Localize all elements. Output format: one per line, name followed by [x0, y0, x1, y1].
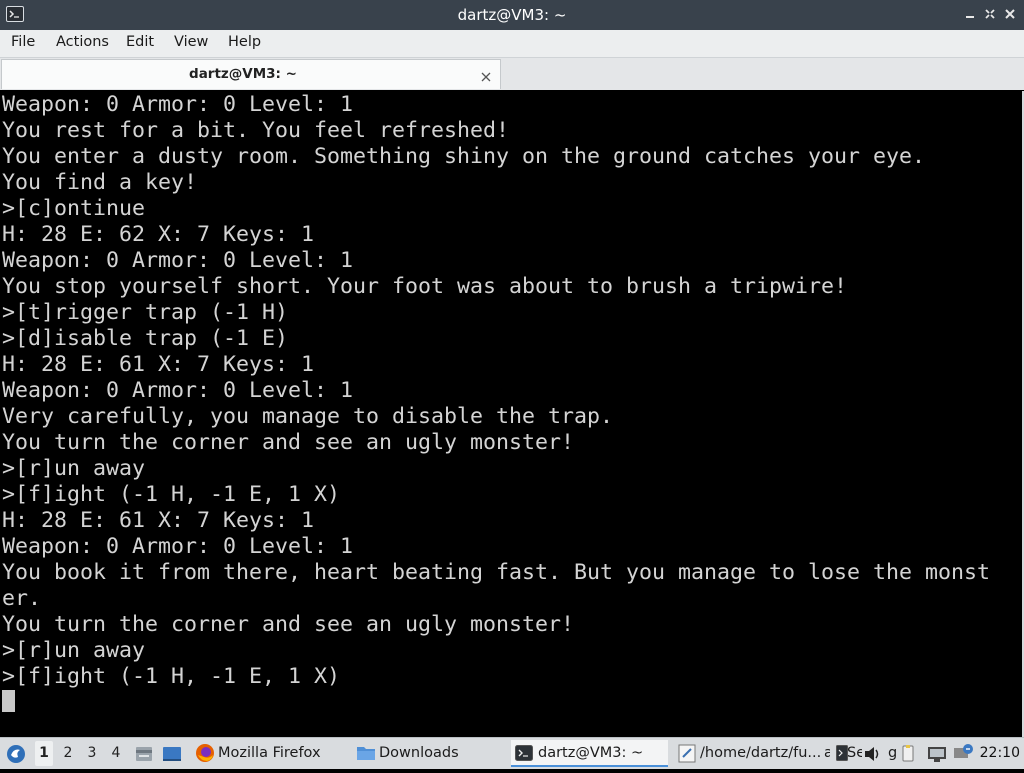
terminal-cursor	[2, 690, 15, 712]
terminal-line: >[d]isable trap (-1 E)	[2, 326, 289, 351]
start-menu-icon[interactable]	[4, 738, 28, 769]
task-label: Mozilla Firefox	[218, 745, 321, 761]
task-partial-g[interactable]: g	[884, 740, 900, 767]
task-downloads[interactable]: Downloads	[352, 740, 502, 767]
terminal-line: >[r]un away	[2, 456, 146, 481]
workspace-3[interactable]: 3	[83, 745, 101, 761]
terminal-icon	[515, 745, 533, 765]
menu-actions[interactable]: Actions	[55, 34, 110, 50]
terminal-icon[interactable]	[6, 6, 24, 22]
terminal-line: H: 28 E: 61 X: 7 Keys: 1	[2, 352, 315, 377]
terminal-line: You stop yourself short. Your foot was a…	[2, 274, 848, 299]
window-title: dartz@VM3: ~	[457, 6, 567, 24]
show-desktop-icon[interactable]	[161, 738, 183, 769]
tab-close-icon[interactable]	[480, 68, 492, 82]
clipboard-icon[interactable]	[900, 738, 916, 769]
menu-help[interactable]: Help	[227, 34, 262, 50]
volume-icon[interactable]	[862, 738, 882, 769]
tab-bar: dartz@VM3: ~	[0, 58, 1024, 90]
terminal-line: Very carefully, you manage to disable th…	[2, 404, 614, 429]
taskbar: 1 2 3 4 Mozilla Firefox Downloads dartz@…	[0, 737, 1024, 769]
terminal-line: You enter a dusty room. Something shiny …	[2, 144, 926, 169]
terminal-line: You book it from there, heart beating fa…	[2, 560, 991, 585]
workspace-1[interactable]: 1	[35, 741, 53, 766]
terminal-line: Weapon: 0 Armor: 0 Level: 1	[2, 248, 354, 273]
task-firefox[interactable]: Mozilla Firefox	[193, 740, 343, 767]
tab-label: dartz@VM3: ~	[189, 66, 297, 82]
terminal-line: >[f]ight (-1 H, -1 E, 1 X)	[2, 664, 341, 689]
text-editor-icon	[678, 744, 696, 767]
task-label: Se	[847, 745, 862, 761]
task-label: dartz@VM3: ~	[538, 745, 644, 761]
update-notifier-icon[interactable]	[952, 738, 974, 769]
task-label-overflow: a	[824, 745, 830, 761]
workspace-2[interactable]: 2	[59, 745, 77, 761]
menu-edit[interactable]: Edit	[125, 34, 155, 50]
menu-view[interactable]: View	[173, 34, 209, 50]
terminal-line: You rest for a bit. You feel refreshed!	[2, 118, 510, 143]
menu-file[interactable]: File	[10, 34, 36, 50]
workspace-4[interactable]: 4	[107, 745, 125, 761]
firefox-icon	[195, 743, 215, 767]
terminal-line: Weapon: 0 Armor: 0 Level: 1	[2, 378, 354, 403]
terminal-line: You turn the corner and see an ugly mons…	[2, 612, 575, 637]
folder-icon	[356, 744, 376, 766]
terminal-line: >[r]un away	[2, 638, 146, 663]
terminal-lines: Weapon: 0 Armor: 0 Level: 1 You rest for…	[2, 92, 990, 690]
clock[interactable]: 22:10	[980, 745, 1020, 761]
title-bar[interactable]: dartz@VM3: ~	[0, 0, 1024, 30]
terminal-line: H: 28 E: 62 X: 7 Keys: 1	[2, 222, 315, 247]
task-label: Downloads	[379, 745, 459, 761]
file-manager-launcher-icon[interactable]	[134, 738, 154, 769]
terminal-line: >[c]ontinue	[2, 196, 146, 221]
terminal-line: You turn the corner and see an ugly mons…	[2, 430, 575, 455]
task-label: /home/dartz/fu...	[700, 745, 822, 761]
task-label: g	[888, 745, 898, 761]
terminal-line: Weapon: 0 Armor: 0 Level: 1	[2, 534, 354, 559]
terminal-line: You find a key!	[2, 170, 198, 195]
close-icon[interactable]	[1002, 6, 1018, 22]
menu-bar: File Actions Edit View Help	[0, 30, 1024, 58]
terminal-line: >[f]ight (-1 H, -1 E, 1 X)	[2, 482, 341, 507]
task-partial-se[interactable]: Se	[834, 740, 862, 767]
task-editor[interactable]: /home/dartz/fu... a	[674, 740, 830, 767]
terminal-line: H: 28 E: 61 X: 7 Keys: 1	[2, 508, 315, 533]
terminal-line: Weapon: 0 Armor: 0 Level: 1	[2, 92, 354, 117]
minimize-icon[interactable]	[962, 6, 978, 22]
terminal-line: >[t]rigger trap (-1 H)	[2, 300, 289, 325]
network-icon[interactable]	[926, 738, 948, 769]
maximize-icon[interactable]	[982, 6, 998, 22]
task-terminal[interactable]: dartz@VM3: ~	[511, 740, 668, 767]
terminal-line: er.	[2, 586, 42, 611]
tab-terminal[interactable]: dartz@VM3: ~	[1, 59, 501, 89]
terminal-output[interactable]: Weapon: 0 Armor: 0 Level: 1 You rest for…	[0, 91, 1024, 737]
